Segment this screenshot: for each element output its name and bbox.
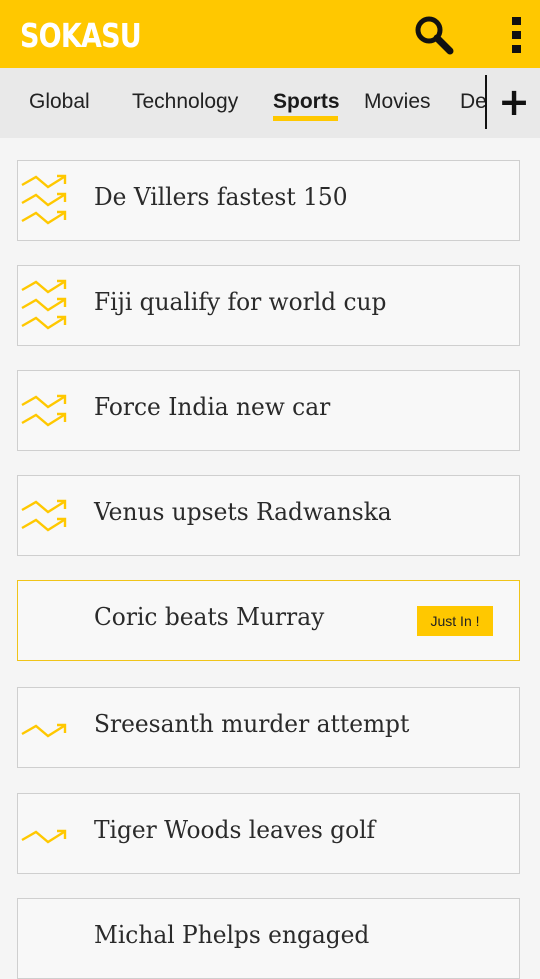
more-vertical-icon	[512, 17, 521, 53]
news-card[interactable]: De Villers fastest 150	[17, 160, 520, 241]
trending-icon	[21, 394, 67, 427]
tab-sports[interactable]: Sports	[273, 90, 340, 114]
trending-icon	[21, 499, 67, 532]
overflow-menu-button[interactable]	[504, 14, 530, 56]
news-headline: Fiji qualify for world cup	[94, 288, 387, 316]
news-headline: De Villers fastest 150	[94, 183, 348, 211]
trending-icon	[21, 174, 67, 225]
news-headline: Venus upsets Radwanska	[94, 498, 392, 526]
trending-icon	[21, 829, 67, 844]
app-bar: SOKASU	[0, 0, 540, 68]
tab-movies[interactable]: Movies	[364, 90, 431, 114]
news-card[interactable]: Fiji qualify for world cup	[17, 265, 520, 346]
trending-icon	[21, 723, 67, 738]
news-card[interactable]: Sreesanth murder attempt	[17, 687, 520, 768]
news-card[interactable]: Force India new car	[17, 370, 520, 451]
search-icon	[415, 16, 454, 55]
just-in-badge: Just In !	[417, 606, 493, 636]
active-tab-indicator	[273, 116, 338, 121]
trending-icon	[21, 279, 67, 330]
news-card[interactable]: Venus upsets Radwanska	[17, 475, 520, 556]
tab-technology[interactable]: Technology	[132, 90, 238, 114]
tab-divider	[485, 75, 487, 129]
news-headline: Tiger Woods leaves golf	[94, 816, 376, 844]
news-card[interactable]: Tiger Woods leaves golf	[17, 793, 520, 874]
search-button[interactable]	[412, 14, 458, 56]
news-card[interactable]: Michal Phelps engaged	[17, 898, 520, 979]
add-tab-button[interactable]: +	[496, 80, 532, 124]
app-logo: SOKASU	[20, 16, 142, 55]
news-headline: Michal Phelps engaged	[94, 921, 370, 949]
tab-global[interactable]: Global	[29, 90, 90, 114]
news-headline: Coric beats Murray	[94, 603, 325, 631]
news-headline: Force India new car	[94, 393, 331, 421]
news-headline: Sreesanth murder attempt	[94, 710, 410, 738]
news-card[interactable]: Coric beats Murray Just In !	[17, 580, 520, 661]
tab-partial[interactable]: De	[460, 90, 487, 114]
category-tab-bar: Global Technology Sports Movies De	[0, 68, 540, 138]
